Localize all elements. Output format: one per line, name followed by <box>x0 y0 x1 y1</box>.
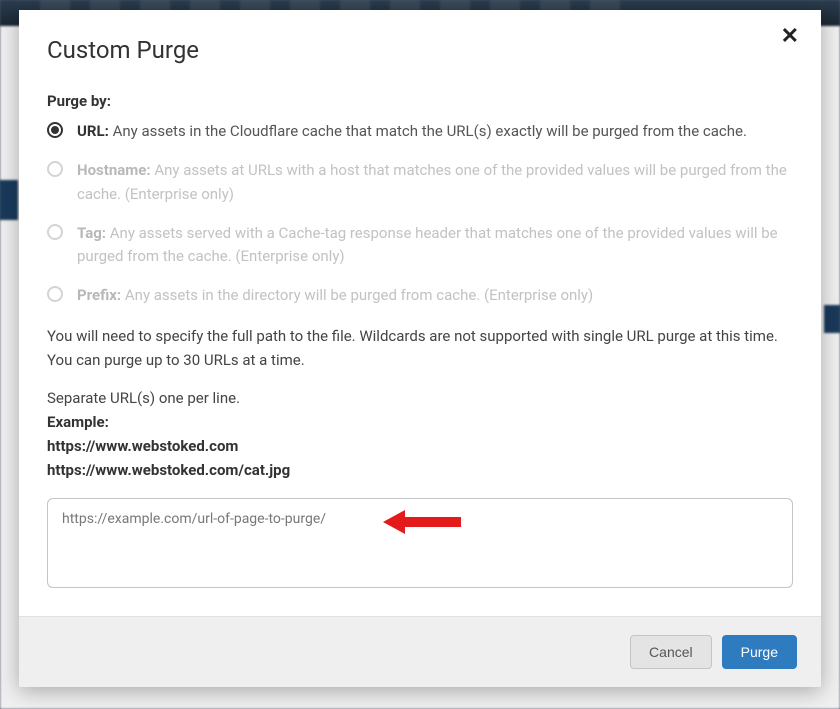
option-label: Tag: <box>77 224 106 242</box>
purge-by-label: Purge by: <box>47 92 793 110</box>
annotation-arrow-icon <box>383 507 463 537</box>
modal-body: Custom Purge Purge by: URL: Any assets i… <box>19 10 821 616</box>
separate-text: Separate URL(s) one per line. <box>47 386 793 410</box>
radio-icon <box>47 286 63 302</box>
radio-option-hostname: Hostname: Any assets at URLs with a host… <box>47 159 793 206</box>
modal-title: Custom Purge <box>47 36 793 64</box>
radio-icon <box>47 161 63 177</box>
option-desc: Any assets in the Cloudflare cache that … <box>113 122 747 140</box>
help-block: You will need to specify the full path t… <box>47 324 793 482</box>
purge-button[interactable]: Purge <box>722 635 797 669</box>
url-textarea[interactable]: https://example.com/url-of-page-to-purge… <box>47 498 793 588</box>
option-desc: Any assets in the directory will be purg… <box>125 286 593 304</box>
help-text: You will need to specify the full path t… <box>47 324 793 372</box>
option-desc: Any assets served with a Cache-tag respo… <box>77 224 778 265</box>
example-line-2: https://www.webstoked.com/cat.jpg <box>47 458 793 482</box>
radio-option-tag: Tag: Any assets served with a Cache-tag … <box>47 222 793 269</box>
option-label: Hostname: <box>77 161 151 179</box>
radio-option-url[interactable]: URL: Any assets in the Cloudflare cache … <box>47 120 793 143</box>
option-label: URL: <box>77 122 109 140</box>
custom-purge-modal: ✕ Custom Purge Purge by: URL: Any assets… <box>19 10 821 687</box>
cancel-button[interactable]: Cancel <box>630 635 712 669</box>
radio-icon <box>47 224 63 240</box>
close-icon[interactable]: ✕ <box>781 26 799 48</box>
radio-icon[interactable] <box>47 122 63 138</box>
radio-text: Prefix: Any assets in the directory will… <box>77 284 793 307</box>
option-desc: Any assets at URLs with a host that matc… <box>77 161 787 202</box>
radio-text: URL: Any assets in the Cloudflare cache … <box>77 120 793 143</box>
option-label: Prefix: <box>77 286 121 304</box>
example-line-1: https://www.webstoked.com <box>47 434 793 458</box>
radio-text: Hostname: Any assets at URLs with a host… <box>77 159 793 206</box>
modal-footer: Cancel Purge <box>19 616 821 687</box>
radio-text: Tag: Any assets served with a Cache-tag … <box>77 222 793 269</box>
radio-option-prefix: Prefix: Any assets in the directory will… <box>47 284 793 307</box>
example-label: Example: <box>47 410 793 434</box>
